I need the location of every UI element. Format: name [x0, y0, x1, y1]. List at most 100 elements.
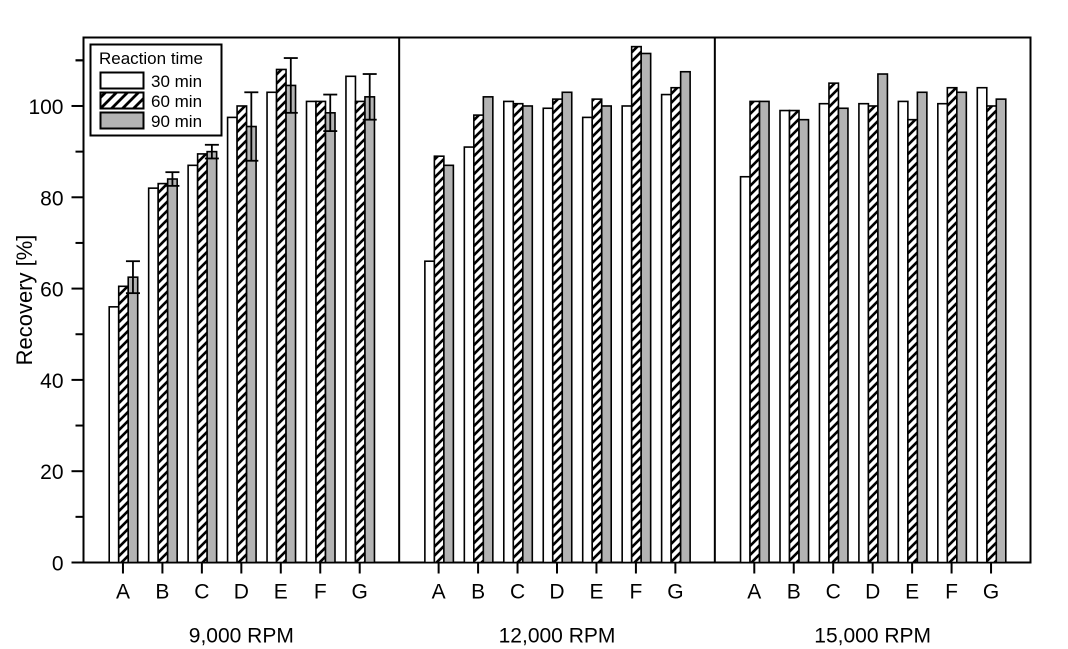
x-category-label: D [234, 581, 249, 604]
x-category-label: E [905, 581, 919, 604]
bar [245, 125, 257, 564]
bar [779, 109, 791, 564]
legend-label-90min: 90 min [151, 112, 202, 131]
bar [581, 116, 594, 564]
bar [877, 73, 889, 564]
x-category-label: G [352, 581, 368, 604]
bar [433, 155, 445, 564]
legend-title: Reaction time [99, 49, 203, 68]
x-category-label: D [549, 581, 564, 604]
x-category-label: C [826, 581, 841, 604]
chart-canvas: 0 20 40 60 80 100 Recovery [%] A B C D E F G A B C D E F G… [12, 36, 1032, 648]
bar [157, 182, 169, 564]
bar [551, 98, 564, 564]
bar [345, 75, 357, 564]
legend-entry-30min: 30 min [99, 71, 202, 91]
x-category-label: B [787, 581, 801, 604]
bar [275, 68, 287, 564]
bar [117, 285, 130, 564]
legend-label-60min: 60 min [151, 92, 202, 111]
legend-entry-90min: 90 min [99, 111, 202, 131]
x-category-label: C [194, 581, 209, 604]
bar [305, 100, 317, 564]
bar [473, 114, 485, 564]
bar [976, 86, 988, 564]
x-category-label: F [945, 581, 958, 604]
x-category-label: F [630, 581, 643, 604]
bar [324, 112, 336, 564]
x-category-label: A [747, 581, 761, 604]
x-category-label: E [274, 581, 288, 604]
bar [108, 306, 120, 564]
bar [858, 102, 870, 564]
bar [226, 116, 238, 564]
bar [364, 96, 376, 564]
recovery-bar-chart: 0 20 40 60 80 100 Recovery [%] A B C D E F G A B C D E F G… [0, 0, 1068, 649]
bar [315, 100, 327, 564]
bar [236, 105, 248, 564]
legend-swatch-30min [99, 71, 145, 90]
group-label: 12,000 RPM [499, 625, 616, 648]
bar [621, 105, 633, 564]
y-tick-label: 0 [52, 553, 64, 576]
bar [443, 164, 455, 564]
bar [591, 98, 603, 564]
x-category-label: A [432, 581, 446, 604]
bar [956, 91, 968, 564]
x-category-label: F [314, 581, 327, 604]
bar [206, 150, 218, 564]
bar [521, 105, 534, 564]
x-category-label: A [116, 581, 130, 604]
bar [985, 105, 998, 564]
bar [679, 70, 691, 564]
bar [867, 105, 879, 564]
bars-layer [108, 45, 1007, 564]
x-category-label: G [983, 581, 999, 604]
y-tick-label: 60 [40, 279, 63, 302]
y-tick-label: 20 [40, 461, 63, 484]
bar [788, 109, 800, 564]
x-category-label: D [865, 581, 880, 604]
bar [147, 187, 159, 564]
bar [266, 91, 278, 564]
bar [463, 146, 475, 564]
bar [561, 91, 573, 564]
bar [995, 98, 1007, 564]
bar [354, 100, 366, 564]
legend-entry-60min: 60 min [99, 91, 202, 111]
x-axis: ABCDEFGABCDEFGABCDEFG [116, 562, 999, 604]
bar [600, 105, 613, 564]
bar [166, 178, 178, 564]
y-tick-label: 100 [28, 96, 63, 119]
bar [512, 102, 524, 564]
group-label: 9,000 RPM [189, 625, 294, 648]
bar [897, 100, 909, 564]
bar [937, 102, 949, 564]
bar [285, 84, 297, 564]
bar [630, 45, 642, 564]
bar [660, 93, 672, 564]
legend-label-30min: 30 min [151, 72, 202, 91]
chart-legend: Reaction time 30 min 60 min 90 min [89, 43, 223, 137]
x-category-label: B [471, 581, 485, 604]
bar [916, 91, 928, 564]
bar [127, 276, 139, 564]
bar [946, 86, 958, 564]
bar [758, 100, 770, 564]
bar [749, 100, 761, 564]
bar [798, 118, 810, 564]
x-category-label: C [510, 581, 525, 604]
bar [424, 260, 436, 564]
bar [907, 118, 919, 564]
bar [196, 153, 208, 564]
y-tick-label: 40 [40, 370, 63, 393]
bar [818, 102, 830, 564]
legend-swatch-60min [99, 91, 145, 110]
group-labels: 9,000 RPM 12,000 RPM 15,000 RPM [189, 625, 931, 648]
x-category-label: B [155, 581, 169, 604]
group-label: 15,000 RPM [814, 625, 931, 648]
y-axis-title: Recovery [%] [12, 235, 37, 366]
y-axis-title-text: Recovery [%] [12, 235, 37, 366]
legend-swatch-90min [99, 111, 145, 130]
bar [542, 107, 554, 564]
